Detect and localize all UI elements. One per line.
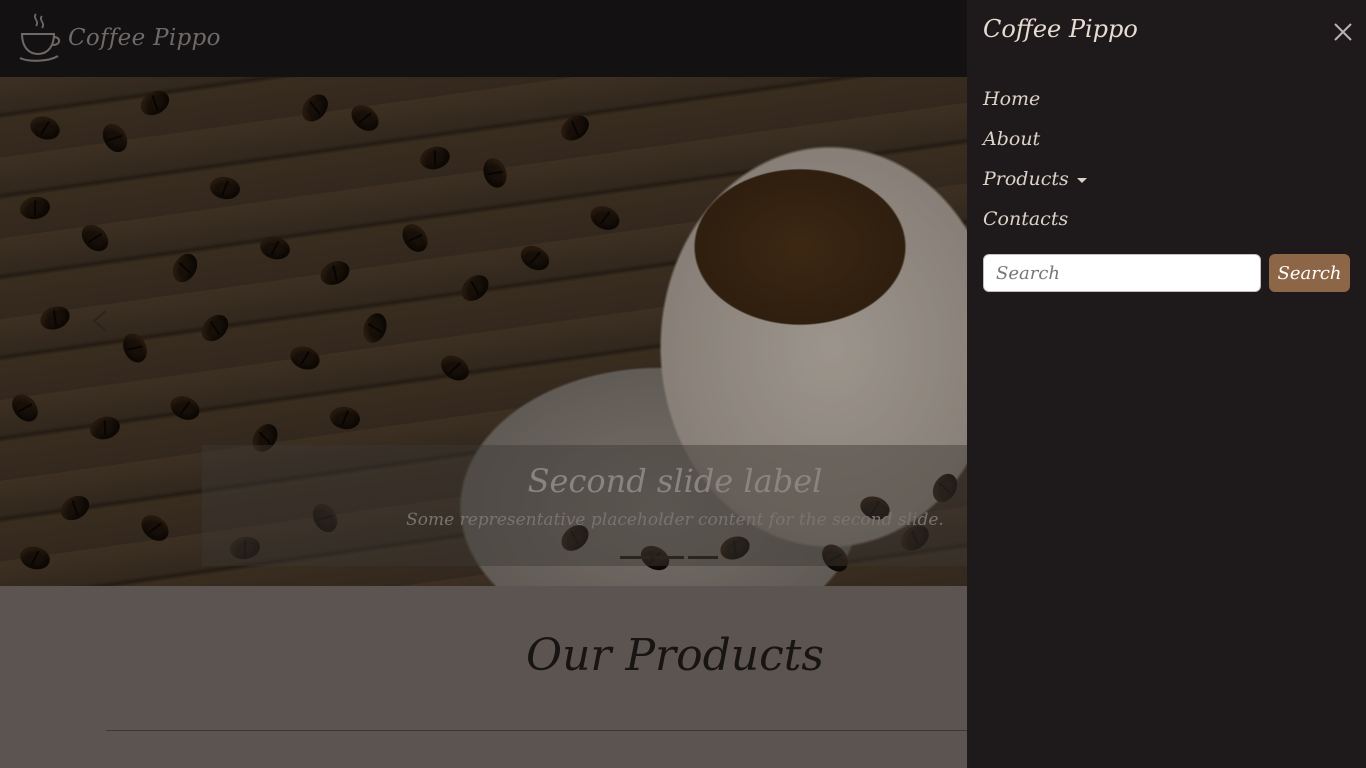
section-divider xyxy=(106,730,1006,731)
brand-link[interactable]: Coffee Pippo xyxy=(18,12,221,68)
nav-link-products-label: Products xyxy=(983,168,1069,190)
carousel-indicator[interactable] xyxy=(654,556,684,559)
offcanvas-nav: Home About Products Contacts xyxy=(983,83,1087,243)
caret-down-icon xyxy=(1076,177,1087,183)
brand-name: Coffee Pippo xyxy=(68,25,221,51)
offcanvas-title: Coffee Pippo xyxy=(983,15,1138,43)
carousel-prev-icon[interactable] xyxy=(88,309,112,333)
search-button[interactable]: Search xyxy=(1269,254,1350,292)
carousel-indicator[interactable] xyxy=(620,556,650,559)
nav-link-home[interactable]: Home xyxy=(983,83,1087,123)
carousel-indicator[interactable] xyxy=(688,556,718,559)
nav-link-products-dropdown[interactable]: Products xyxy=(983,163,1087,203)
close-icon[interactable] xyxy=(1332,21,1354,43)
search-input[interactable] xyxy=(983,254,1261,292)
nav-link-about[interactable]: About xyxy=(983,123,1087,163)
coffee-cup-icon xyxy=(18,12,62,68)
offcanvas-menu: Coffee Pippo Home About Products Contact… xyxy=(967,0,1366,768)
carousel-indicators xyxy=(620,556,718,559)
nav-link-contacts[interactable]: Contacts xyxy=(983,203,1087,243)
